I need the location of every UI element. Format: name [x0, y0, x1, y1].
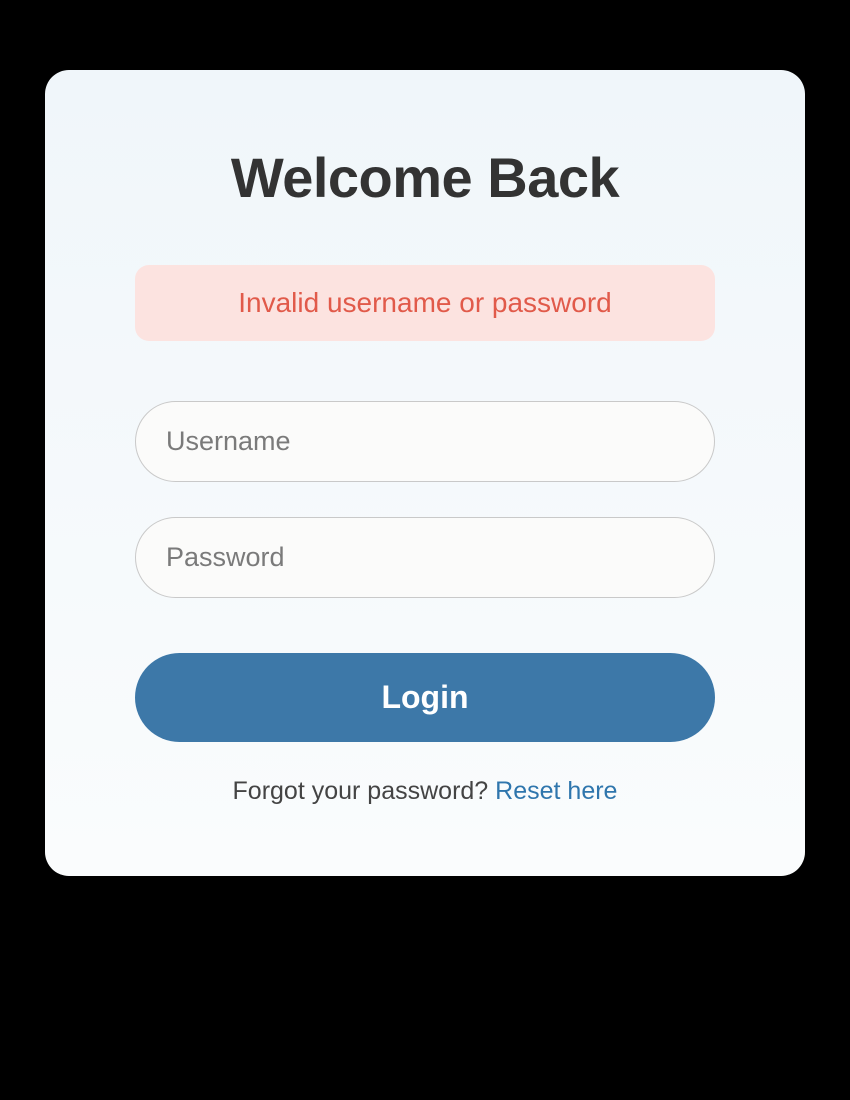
login-card: Welcome Back Invalid username or passwor… — [45, 70, 805, 876]
error-banner: Invalid username or password — [135, 265, 715, 341]
username-field[interactable] — [135, 401, 715, 482]
login-button[interactable]: Login — [135, 653, 715, 742]
forgot-password-label: Forgot your password? — [233, 777, 496, 805]
reset-password-link[interactable]: Reset here — [495, 777, 617, 805]
password-field[interactable] — [135, 517, 715, 598]
footer-text: Forgot your password? Reset here — [135, 777, 715, 806]
page-title: Welcome Back — [135, 145, 715, 210]
